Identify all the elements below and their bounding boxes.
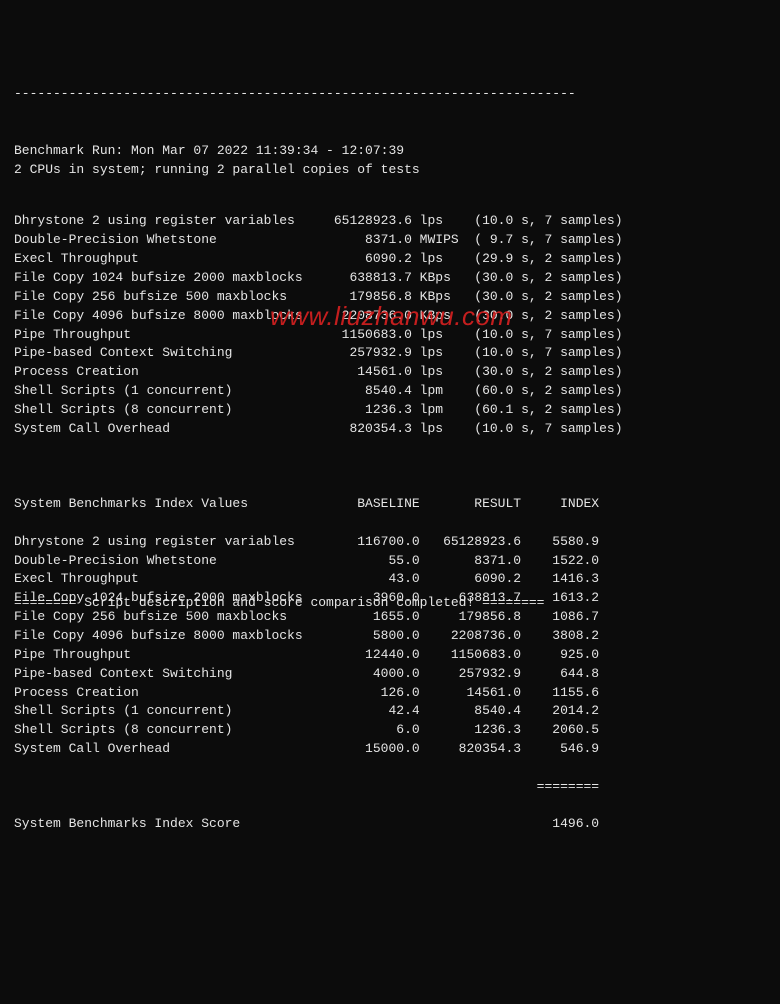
header-block: Benchmark Run: Mon Mar 07 2022 11:39:34 … (14, 123, 766, 180)
index-block: Dhrystone 2 using register variables 116… (14, 533, 766, 759)
divider-line: ======== (14, 778, 766, 797)
top-border: ----------------------------------------… (14, 85, 766, 104)
blank-line (14, 457, 766, 476)
cpu-info-line: 2 CPUs in system; running 2 parallel cop… (14, 162, 420, 177)
footer-message: ======== Script description and score co… (14, 594, 545, 613)
watermark-text: www.liuzhanwu.com (270, 298, 513, 336)
benchmark-run-line: Benchmark Run: Mon Mar 07 2022 11:39:34 … (14, 143, 404, 158)
index-header-row: System Benchmarks Index Values BASELINE … (14, 495, 766, 514)
score-line: System Benchmarks Index Score 1496.0 (14, 815, 766, 834)
